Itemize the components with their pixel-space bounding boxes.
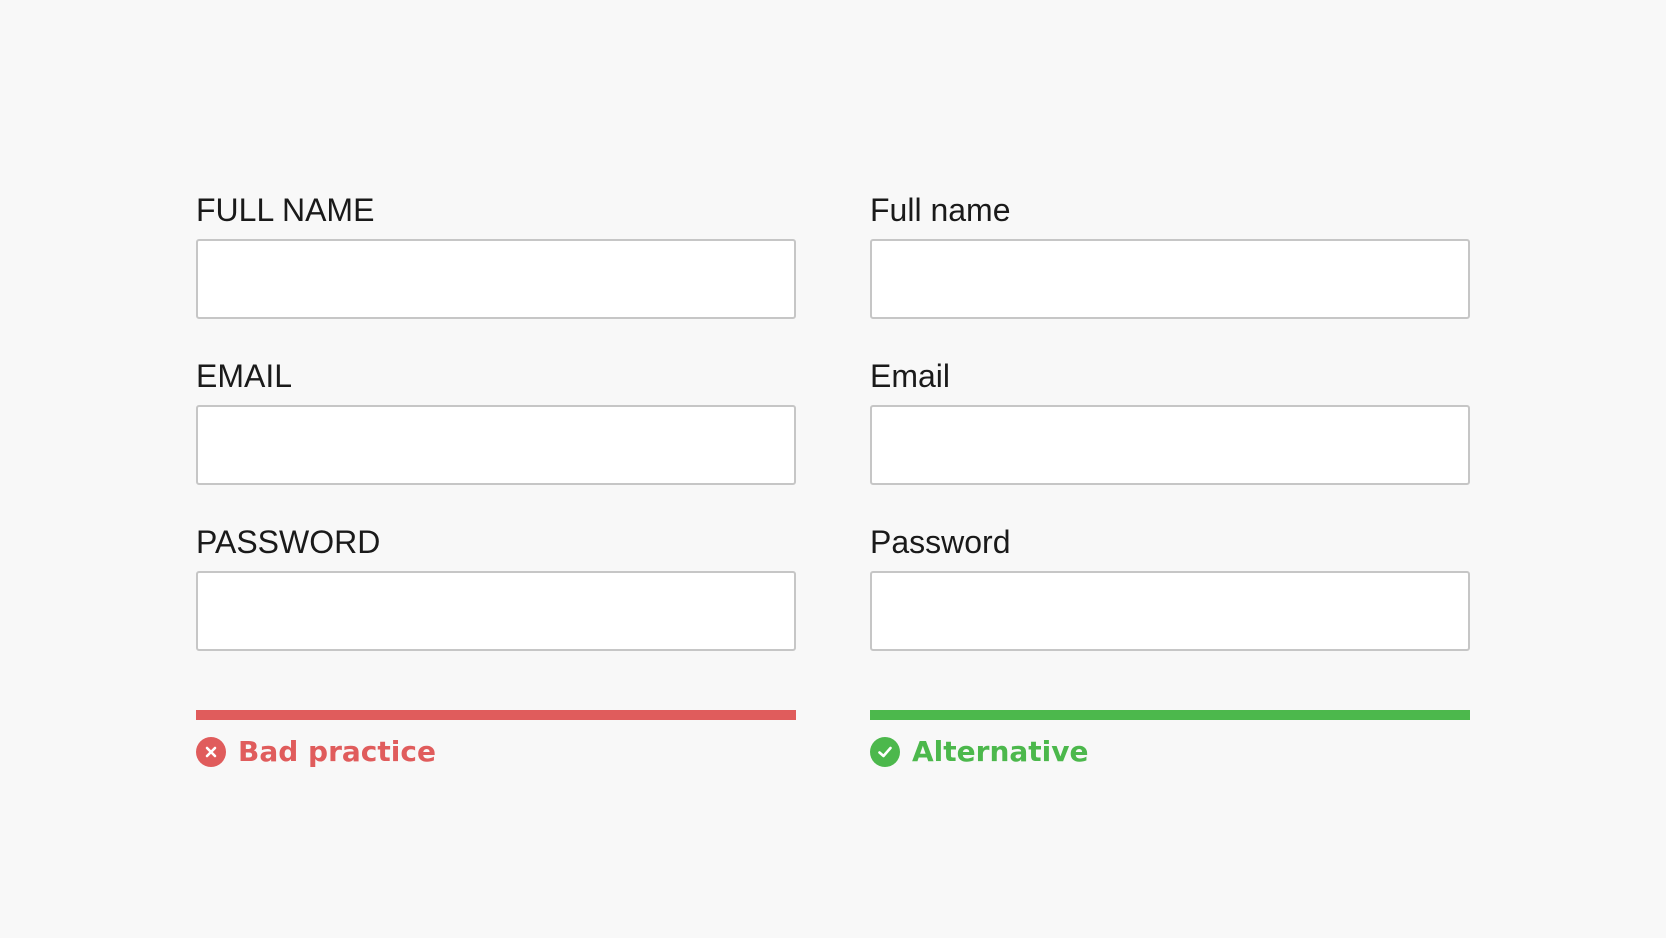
password-field-group: PASSWORD [196, 522, 796, 688]
full-name-label: Full name [870, 192, 1011, 228]
email-field-group: EMAIL [196, 356, 796, 522]
email-field-group: Email [870, 356, 1470, 522]
full-name-field-group: FULL NAME [196, 190, 796, 356]
bad-practice-verdict: Bad practice [196, 737, 796, 767]
bad-practice-bar [196, 710, 796, 720]
alternative-bar [870, 710, 1470, 720]
full-name-input[interactable] [870, 239, 1470, 319]
close-circle-icon [196, 737, 226, 767]
email-label: Email [870, 358, 951, 394]
full-name-input[interactable] [196, 239, 796, 319]
email-input[interactable] [196, 405, 796, 485]
full-name-field-group: Full name [870, 190, 1470, 356]
email-input[interactable] [870, 405, 1470, 485]
alternative-form: Full name Email Password Alternative [870, 190, 1470, 767]
password-field-group: Password [870, 522, 1470, 688]
alternative-verdict: Alternative [870, 737, 1470, 767]
bad-practice-form: FULL NAME EMAIL PASSWORD Bad practice [196, 190, 796, 767]
email-label: EMAIL [196, 358, 293, 394]
password-input[interactable] [870, 571, 1470, 651]
password-input[interactable] [196, 571, 796, 651]
check-circle-icon [870, 737, 900, 767]
alternative-label: Alternative [912, 735, 1089, 768]
password-label: Password [870, 524, 1011, 560]
password-label: PASSWORD [196, 524, 381, 560]
full-name-label: FULL NAME [196, 192, 375, 228]
bad-practice-label: Bad practice [238, 735, 436, 768]
